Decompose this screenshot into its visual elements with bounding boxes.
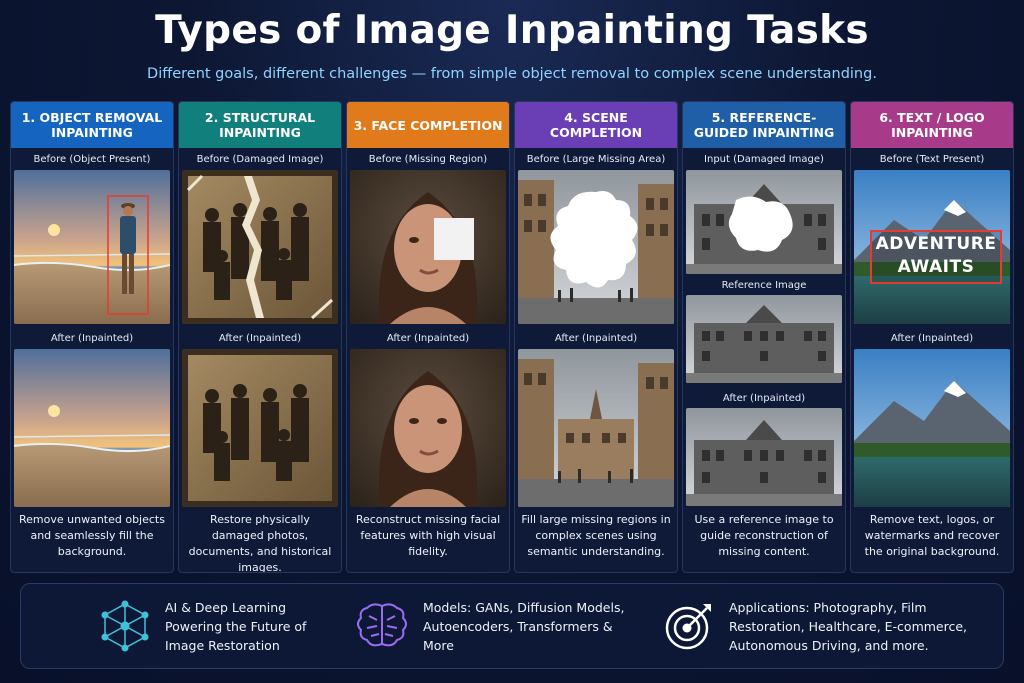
column-text-logo: 6. TEXT / LOGO INPAINTING Before (Text P… [850, 101, 1014, 573]
footer-item-models: Models: GANs, Diffusion Models, Autoenco… [355, 584, 645, 668]
restored-building-image [686, 408, 842, 506]
damaged-building-image [686, 170, 842, 274]
column-description: Fill large missing regions in complex sc… [521, 513, 671, 558]
after-caption: After (Inpainted) [386, 333, 470, 344]
column-object-removal: 1. OBJECT REMOVAL INPAINTING Before (Obj… [10, 101, 174, 573]
column-header: 5. REFERENCE-GUIDED INPAINTING [683, 102, 845, 148]
after-caption: After (Inpainted) [554, 333, 638, 344]
overlay-text-line1: ADVENTURE [875, 234, 997, 254]
after-caption: After (Inpainted) [50, 333, 134, 344]
before-caption: Before (Damaged Image) [196, 154, 324, 165]
before-caption: Before (Text Present) [879, 154, 985, 165]
reference-building-image [686, 295, 842, 383]
column-description: Remove text, logos, or watermarks and re… [864, 513, 1000, 558]
footer-item-applications: Applications: Photography, Film Restorat… [663, 584, 983, 668]
scene-after-image [518, 349, 674, 507]
scene-before-image [518, 170, 674, 324]
brain-icon [355, 600, 409, 652]
before-caption: Before (Object Present) [33, 154, 151, 165]
column-description: Reconstruct missing facial features with… [355, 513, 501, 558]
after-caption: After (Inpainted) [218, 333, 302, 344]
column-header: 6. TEXT / LOGO INPAINTING [851, 102, 1013, 148]
column-reference-guided: 5. REFERENCE-GUIDED INPAINTING Input (Da… [682, 101, 846, 573]
footer-panel: AI & Deep Learning Powering the Future o… [20, 583, 1004, 669]
footer-item-ai: AI & Deep Learning Powering the Future o… [99, 584, 339, 668]
beach-after-image [14, 349, 170, 507]
input-caption: Input (Damaged Image) [704, 154, 824, 165]
overlay-text-line2: AWAITS [897, 257, 975, 277]
column-scene-completion: 4. SCENE COMPLETION Before (Large Missin… [514, 101, 678, 573]
after-caption: After (Inpainted) [890, 333, 974, 344]
task-columns: 1. OBJECT REMOVAL INPAINTING Before (Obj… [10, 101, 1014, 573]
damaged-photo-image [182, 170, 338, 324]
neural-network-icon [99, 600, 151, 652]
column-header: 3. FACE COMPLETION [347, 102, 509, 148]
column-description: Use a reference image to guide reconstru… [694, 513, 834, 558]
face-before-image [350, 170, 506, 324]
before-caption: Before (Missing Region) [368, 154, 488, 165]
column-face-completion: 3. FACE COMPLETION Before (Missing Regio… [346, 101, 510, 573]
footer-text: AI & Deep Learning Powering the Future o… [165, 599, 307, 653]
page-subtitle: Different goals, different challenges — … [147, 66, 877, 82]
column-header: 4. SCENE COMPLETION [515, 102, 677, 148]
reference-caption: Reference Image [721, 280, 807, 291]
column-header: 1. OBJECT REMOVAL INPAINTING [11, 102, 173, 148]
page-title: Types of Image Inpainting Tasks [155, 8, 869, 53]
column-structural: 2. STRUCTURAL INPAINTING Before (Damaged… [178, 101, 342, 573]
footer-text: Applications: Photography, Film Restorat… [729, 599, 968, 653]
after-caption: After (Inpainted) [722, 393, 806, 404]
column-description: Remove unwanted objects and seamlessly f… [19, 513, 165, 558]
before-caption: Before (Large Missing Area) [526, 154, 666, 165]
target-icon [663, 600, 715, 652]
footer-text: Models: GANs, Diffusion Models, Autoenco… [423, 599, 625, 653]
column-description: Restore physically damaged photos, docum… [188, 513, 332, 573]
face-after-image [350, 349, 506, 507]
mountain-after-image [854, 349, 1010, 507]
restored-photo-image [182, 349, 338, 507]
column-header: 2. STRUCTURAL INPAINTING [179, 102, 341, 148]
beach-before-image [14, 170, 170, 324]
